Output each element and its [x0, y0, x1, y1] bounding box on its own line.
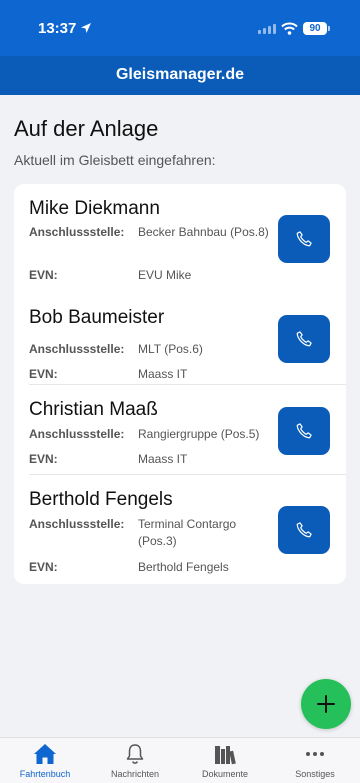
anschluss-value: MLT (Pos.6) — [138, 342, 203, 356]
call-button[interactable] — [278, 407, 330, 455]
anschluss-label: Anschlussstelle: — [29, 427, 125, 441]
phone-icon — [296, 331, 312, 347]
more-icon — [303, 742, 327, 766]
call-button[interactable] — [278, 506, 330, 554]
books-icon — [213, 742, 237, 766]
tab-label: Nachrichten — [110, 769, 160, 779]
call-button[interactable] — [278, 315, 330, 363]
anschluss-label: Anschlussstelle: — [29, 342, 125, 356]
tab-label: Fahrtenbuch — [19, 769, 71, 779]
evn-value: Berthold Fengels — [138, 560, 229, 574]
tab-label: Sonstiges — [295, 769, 335, 779]
person-name: Christian Maaß — [29, 399, 158, 420]
anschluss-label: Anschlussstelle: — [29, 225, 125, 239]
wifi-icon — [281, 22, 298, 35]
tab-sonstiges[interactable]: Sonstiges — [270, 738, 360, 783]
evn-label: EVN: — [29, 367, 58, 381]
status-time: 13:37 — [38, 20, 77, 37]
tab-fahrtenbuch[interactable]: Fahrtenbuch — [0, 738, 90, 783]
page-title: Auf der Anlage — [14, 116, 159, 141]
bell-icon — [123, 742, 147, 766]
home-icon — [33, 742, 57, 766]
cellular-signal-icon — [258, 24, 276, 34]
status-bar: 13:37 90 — [0, 0, 360, 56]
battery-icon: 90 — [303, 22, 327, 35]
evn-value: Maass IT — [138, 367, 188, 381]
person-name: Berthold Fengels — [29, 489, 173, 510]
evn-value: EVU Mike — [138, 268, 192, 282]
tab-dokumente[interactable]: Dokumente — [180, 738, 270, 783]
call-button[interactable] — [278, 215, 330, 263]
evn-label: EVN: — [29, 452, 58, 466]
evn-label: EVN: — [29, 268, 58, 282]
battery-tip — [328, 26, 330, 31]
phone-icon — [296, 423, 312, 439]
anschluss-value: Becker Bahnbau (Pos.8) — [138, 225, 269, 239]
person-item: Mike Diekmann Anschlussstelle: Becker Ba… — [14, 184, 346, 292]
person-item: Christian Maaß Anschlussstelle: Rangierg… — [14, 385, 346, 475]
app-header-title: Gleismanager.de — [0, 56, 360, 95]
add-fab-button[interactable] — [301, 679, 351, 729]
person-name: Bob Baumeister — [29, 307, 165, 328]
bottom-tab-bar: Fahrtenbuch Nachrichten Dokumente Sonsti… — [0, 737, 360, 783]
tab-label: Dokumente — [201, 769, 249, 779]
anschluss-value: Terminal Contargo (Pos.3) — [138, 517, 237, 548]
persons-card: Mike Diekmann Anschlussstelle: Becker Ba… — [14, 184, 346, 584]
location-arrow-icon — [81, 23, 91, 33]
person-item: Bob Baumeister Anschlussstelle: MLT (Pos… — [14, 292, 346, 385]
phone-icon — [296, 231, 312, 247]
anschluss-label: Anschlussstelle: — [29, 517, 125, 531]
evn-value: Maass IT — [138, 452, 188, 466]
person-name: Mike Diekmann — [29, 198, 160, 219]
anschluss-value: Rangiergruppe (Pos.5) — [138, 427, 260, 441]
phone-icon — [296, 522, 312, 538]
page-subtitle: Aktuell im Gleisbett eingefahren: — [14, 152, 216, 168]
evn-label: EVN: — [29, 560, 58, 574]
person-item: Berthold Fengels Anschlussstelle: Termin… — [14, 475, 346, 584]
plus-icon — [317, 695, 335, 713]
tab-nachrichten[interactable]: Nachrichten — [90, 738, 180, 783]
